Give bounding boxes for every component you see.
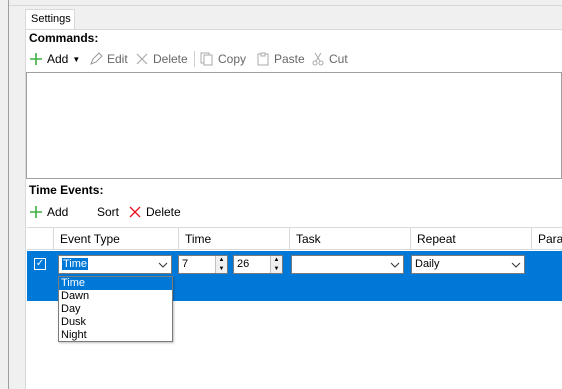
paste-label: Paste (274, 52, 305, 66)
repeat-combo[interactable]: Daily (411, 255, 525, 274)
hour-value: 7 (182, 258, 189, 270)
sort-label: Sort (97, 205, 120, 219)
left-window-edge (0, 0, 9, 389)
cut-label: Cut (329, 52, 348, 66)
dropdown-option-day[interactable]: Day (59, 303, 172, 316)
dropdown-option-time[interactable]: Time (59, 277, 172, 290)
delete-label: Delete (153, 52, 188, 66)
commands-edit-button[interactable]: Edit (89, 50, 128, 68)
commands-paste-button[interactable]: Paste (256, 50, 305, 68)
clipboard-icon (256, 52, 270, 66)
commands-cut-button[interactable]: Cut (311, 50, 348, 68)
time-events-section-title: Time Events: (29, 183, 104, 197)
chevron-down-icon[interactable] (387, 256, 403, 273)
hour-spinner[interactable]: 7 ▲ ▼ (178, 255, 228, 274)
column-header-repeat[interactable]: Repeat (410, 228, 531, 250)
minute-value: 26 (237, 258, 250, 270)
toolbar-separator (194, 51, 195, 67)
time-events-grid-header: Event Type Time Task Repeat Param (27, 227, 562, 250)
task-combo[interactable] (291, 255, 404, 274)
time-events-add-button[interactable]: Add (29, 203, 68, 221)
event-type-value: Time (62, 258, 89, 270)
spinner-arrows-icon[interactable]: ▲ ▼ (270, 256, 282, 273)
chevron-down-icon[interactable] (508, 256, 524, 273)
row-checkbox[interactable]: ✓ (34, 258, 46, 270)
copy-label: Copy (218, 52, 247, 66)
close-icon (135, 52, 149, 66)
add-label: Add (47, 52, 69, 66)
commands-section-title: Commands: (29, 31, 99, 45)
spinner-arrows-icon[interactable]: ▲ ▼ (215, 256, 227, 273)
event-type-dropdown-list: Time Dawn Day Dusk Night (58, 276, 173, 342)
dropdown-option-dusk[interactable]: Dusk (59, 316, 172, 329)
commands-add-button[interactable]: Add ▼ (29, 50, 80, 68)
scissors-icon (311, 52, 325, 66)
column-header-task[interactable]: Task (289, 228, 410, 250)
repeat-value: Daily (415, 258, 440, 270)
commands-delete-button[interactable]: Delete (135, 50, 188, 68)
time-events-sort-button[interactable]: Sort (97, 203, 119, 221)
column-header-time[interactable]: Time (178, 228, 289, 250)
time-events-delete-button[interactable]: Delete (128, 203, 181, 221)
add-label: Add (47, 205, 69, 219)
plus-icon (29, 205, 43, 219)
tab-settings[interactable]: Settings (25, 9, 75, 30)
dropdown-option-dawn[interactable]: Dawn (59, 290, 172, 303)
minute-spinner[interactable]: 26 ▲ ▼ (233, 255, 283, 274)
chevron-down-icon: ▼ (72, 54, 81, 64)
column-header-param[interactable]: Param (531, 228, 562, 250)
close-icon (128, 205, 142, 219)
plus-icon (29, 52, 43, 66)
pencil-icon (89, 52, 103, 66)
dropdown-option-night[interactable]: Night (59, 329, 172, 342)
top-window-edge (9, 0, 562, 6)
commands-copy-button[interactable]: Copy (200, 50, 246, 68)
edit-label: Edit (107, 52, 128, 66)
event-type-combo[interactable]: Time (58, 255, 172, 274)
commands-list[interactable] (26, 72, 562, 179)
copy-icon (200, 52, 214, 66)
delete-label: Delete (146, 205, 181, 219)
chevron-down-icon[interactable] (155, 256, 171, 273)
